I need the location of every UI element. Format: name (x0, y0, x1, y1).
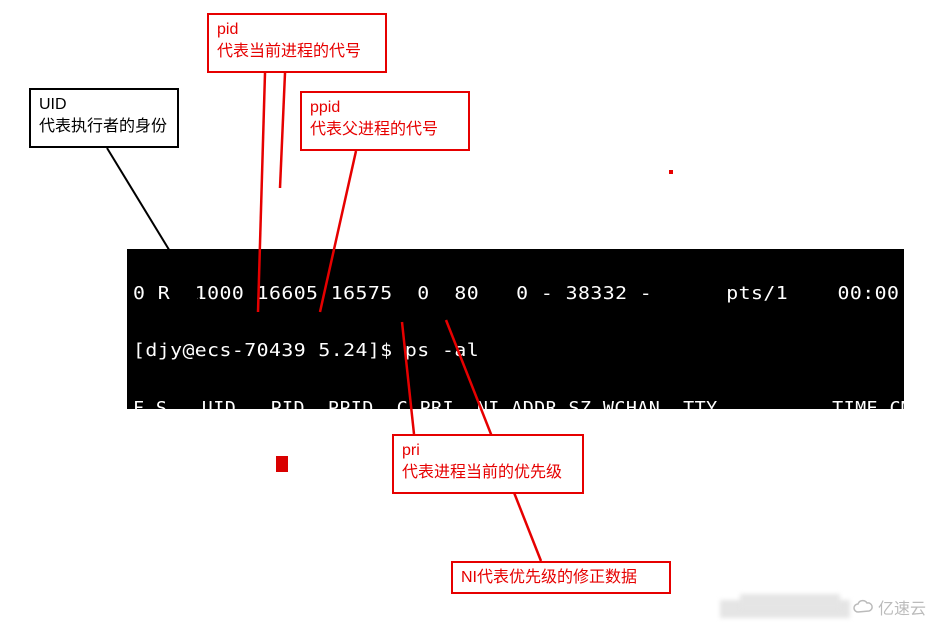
watermark-logo: 亿速云 (852, 595, 926, 619)
blur-stripe-2 (740, 594, 840, 608)
callout-uid: UID 代表执行者的身份 (29, 88, 179, 148)
callout-pri: pri 代表进程当前的优先级 (392, 434, 584, 494)
callout-ni-title: NI代表优先级的修正数据 (461, 567, 661, 589)
callout-ni: NI代表优先级的修正数据 (451, 561, 671, 594)
terminal-line-cut: 0 R 1000 16605 16575 0 80 0 - 38332 - pt… (133, 280, 904, 309)
cloud-icon (852, 599, 874, 615)
callout-pid-title: pid (217, 19, 377, 41)
terminal-prompt-1: [djy@ecs-70439 5.24]$ ps -al (133, 337, 904, 366)
callout-pri-title: pri (402, 440, 574, 462)
callout-ppid: ppid 代表父进程的代号 (300, 91, 470, 151)
red-dot-mark (669, 170, 673, 174)
watermark-text: 亿速云 (878, 595, 926, 619)
callout-pri-desc: 代表进程当前的优先级 (402, 462, 574, 484)
callout-ppid-title: ppid (310, 97, 460, 119)
callout-pid: pid 代表当前进程的代号 (207, 13, 387, 73)
callout-ppid-desc: 代表父进程的代号 (310, 119, 460, 141)
terminal-window: 0 R 1000 16605 16575 0 80 0 - 38332 - pt… (127, 249, 904, 409)
callout-uid-title: UID (39, 94, 169, 116)
red-square-mark (276, 456, 288, 472)
callout-uid-desc: 代表执行者的身份 (39, 116, 169, 138)
callout-pid-desc: 代表当前进程的代号 (217, 41, 377, 63)
terminal-header: F S UID PID PPID C PRI NI ADDR SZ WCHAN … (133, 395, 904, 409)
